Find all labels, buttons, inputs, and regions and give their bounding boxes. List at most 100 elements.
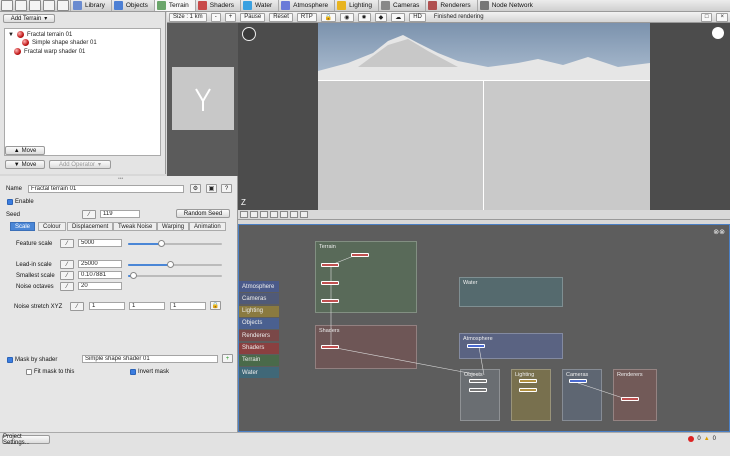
smallest-scale-pick-icon[interactable]: ⁄: [60, 271, 74, 280]
invert-mask-checkbox[interactable]: [130, 369, 136, 375]
tab-cameras[interactable]: Cameras: [377, 0, 425, 11]
grid-icon[interactable]: [260, 211, 268, 218]
resize-handle[interactable]: •••: [118, 176, 123, 182]
node-render[interactable]: [621, 397, 639, 401]
tab-lighting[interactable]: Lighting: [334, 0, 378, 11]
tab-node-network[interactable]: Node Network: [476, 0, 539, 11]
lock-icon[interactable]: 🔒: [210, 301, 221, 310]
node-terrain-output[interactable]: [321, 299, 339, 303]
smallest-scale-field[interactable]: 0.107881: [78, 271, 122, 279]
help-icon[interactable]: ?: [221, 184, 232, 193]
node-fractal-terrain[interactable]: [321, 263, 339, 267]
tab-colour[interactable]: Colour: [38, 222, 66, 231]
feature-scale-slider[interactable]: [128, 240, 222, 247]
node-sunlight[interactable]: [519, 379, 537, 383]
issue-counts[interactable]: 0 ▲ 0: [688, 436, 716, 442]
sun-position-icon[interactable]: [712, 27, 724, 39]
node-fractal-warp-shader[interactable]: [351, 253, 369, 257]
new-project-icon[interactable]: [1, 0, 13, 11]
tree-item-fractal-terrain[interactable]: ▼ Fractal terrain 01: [8, 31, 72, 38]
sun-icon[interactable]: ✸: [357, 12, 371, 22]
noise-stretch-y-field[interactable]: 1: [129, 302, 165, 310]
tab-water[interactable]: Water: [240, 0, 278, 11]
preview-icon[interactable]: [300, 211, 308, 218]
camera-icon[interactable]: [240, 211, 248, 218]
feature-scale-pick-icon[interactable]: ⁄: [60, 239, 74, 248]
noise-stretch-x-field[interactable]: 1: [89, 302, 125, 310]
mask-by-shader-checkbox[interactable]: [7, 357, 13, 363]
pause-button[interactable]: Pause: [240, 12, 266, 22]
lead-in-scale-field[interactable]: 25000: [78, 260, 122, 268]
view-icon[interactable]: [250, 211, 258, 218]
tab-warping[interactable]: Warping: [157, 222, 190, 231]
reset-button[interactable]: Reset: [269, 12, 293, 22]
save-project-icon[interactable]: [29, 0, 41, 11]
tree-item-fractal-warp-shader[interactable]: Fractal warp shader 01: [14, 48, 85, 55]
tab-renderers[interactable]: Renderers: [425, 0, 476, 11]
node-base-colours[interactable]: [321, 345, 339, 349]
lead-in-scale-pick-icon[interactable]: ⁄: [60, 260, 74, 269]
lock-icon[interactable]: 🔒: [320, 12, 337, 22]
node-planet-atmosphere[interactable]: [467, 344, 485, 348]
preview-icon[interactable]: ▣: [206, 184, 217, 193]
noise-octaves-field[interactable]: 20: [78, 282, 122, 290]
noise-stretch-z-field[interactable]: 1: [170, 302, 206, 310]
tab-tweak-noise[interactable]: Tweak Noise: [113, 222, 158, 231]
cloud-icon[interactable]: ☁: [391, 12, 406, 22]
add-operator-button[interactable]: Add Operator ▾: [49, 160, 111, 169]
open-project-icon[interactable]: [15, 0, 27, 11]
eye-icon[interactable]: ◉: [340, 12, 354, 22]
render-viewport[interactable]: Z: [238, 23, 730, 210]
zoom-in-button[interactable]: +: [224, 12, 237, 22]
tab-library[interactable]: Library: [70, 0, 111, 11]
lead-in-scale-slider[interactable]: [128, 261, 222, 268]
move-down-button[interactable]: ▼ Move: [5, 160, 45, 169]
node-render-camera[interactable]: [569, 379, 587, 383]
seed-pick-icon[interactable]: ⁄: [82, 210, 96, 219]
add-terrain-button[interactable]: Add Terrain ▾: [3, 14, 55, 23]
preferences-icon[interactable]: [57, 0, 69, 11]
slider-knob[interactable]: [129, 272, 137, 279]
move-up-button[interactable]: ▲ Move: [5, 146, 45, 155]
slider-knob[interactable]: [167, 261, 175, 268]
settings-icon[interactable]: ⚙: [190, 184, 201, 193]
close-icon[interactable]: ×: [716, 12, 728, 22]
tab-atmosphere[interactable]: Atmosphere: [278, 0, 334, 11]
node-object-2[interactable]: [469, 388, 487, 392]
terrain-preview[interactable]: [172, 67, 234, 130]
add-shader-icon[interactable]: +: [222, 354, 233, 363]
random-seed-button[interactable]: Random Seed: [176, 209, 230, 218]
project-settings-button[interactable]: Project Settings...: [2, 434, 50, 446]
tab-objects[interactable]: Objects: [110, 0, 154, 11]
rtp-button[interactable]: RTP: [296, 12, 317, 22]
enable-checkbox[interactable]: [7, 199, 13, 205]
frame-icon[interactable]: [290, 211, 298, 218]
node-network-panel[interactable]: ⊗⊗ Atmosphere Cameras Lighting Objects Rende…: [238, 224, 730, 432]
zoom-out-button[interactable]: -: [210, 12, 221, 22]
fit-mask-checkbox[interactable]: [26, 369, 32, 375]
maximize-icon[interactable]: □: [700, 12, 713, 22]
noise-octaves-pick-icon[interactable]: ⁄: [60, 282, 74, 291]
node-compute-terrain[interactable]: [321, 281, 339, 285]
layout-icon[interactable]: [270, 211, 278, 218]
tab-displacement[interactable]: Displacement: [67, 222, 114, 231]
noise-stretch-pick-icon[interactable]: ⁄: [70, 302, 84, 311]
slider-knob[interactable]: [157, 240, 165, 247]
name-field[interactable]: Fractal terrain 01: [28, 185, 184, 193]
smallest-scale-slider[interactable]: [128, 272, 222, 279]
eye-icon[interactable]: [280, 211, 288, 218]
water-drop-icon[interactable]: ◆: [374, 12, 388, 22]
seed-field[interactable]: 119: [100, 210, 140, 218]
tab-scale[interactable]: Scale: [10, 222, 36, 231]
node-enviro-light[interactable]: [519, 388, 537, 392]
hd-button[interactable]: HD: [409, 12, 426, 22]
tree-item-simple-shape-shader[interactable]: Simple shape shader 01: [22, 39, 97, 46]
feature-scale-field[interactable]: 5000: [78, 239, 122, 247]
render-icon[interactable]: [43, 0, 55, 11]
tab-animation[interactable]: Animation: [189, 222, 226, 231]
disclosure-triangle-icon[interactable]: ▼: [8, 32, 14, 38]
node-object-1[interactable]: [469, 379, 487, 383]
compass-icon[interactable]: [242, 27, 256, 41]
tab-terrain[interactable]: Terrain: [153, 0, 195, 11]
mask-shader-field[interactable]: Simple shape shader 01: [82, 355, 218, 363]
